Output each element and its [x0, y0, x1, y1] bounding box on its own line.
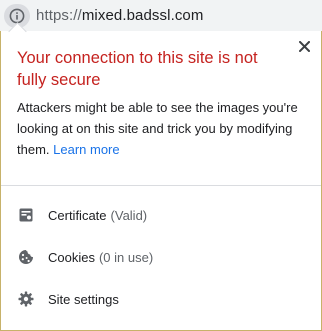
- certificate-icon: [17, 206, 35, 224]
- certificate-status: (Valid): [110, 207, 148, 223]
- security-title: Your connection to this site is not full…: [17, 49, 258, 89]
- site-settings-label: Site settings: [48, 291, 119, 307]
- close-button[interactable]: [297, 39, 311, 53]
- certificate-row[interactable]: Certificate (Valid): [1, 195, 321, 235]
- cookies-row[interactable]: Cookies (0 in use): [1, 237, 321, 277]
- page-info-bubble: Your connection to this site is not full…: [0, 22, 322, 331]
- site-settings-row[interactable]: Site settings: [1, 279, 321, 319]
- certificate-label: Certificate: [48, 207, 107, 223]
- gear-icon: [17, 290, 35, 308]
- url-text[interactable]: https://mixed.badssl.com: [36, 6, 203, 26]
- learn-more-link[interactable]: Learn more: [53, 142, 119, 157]
- security-description: Attackers might be able to see the image…: [17, 97, 307, 160]
- cookies-count: (0 in use): [98, 249, 154, 265]
- browser-window: https://mixed.badssl.com Your connection…: [0, 0, 322, 331]
- address-bar[interactable]: https://mixed.badssl.com: [0, 0, 322, 33]
- cookies-label: Cookies: [48, 249, 95, 265]
- close-icon: [298, 40, 310, 52]
- cookie-icon: [17, 248, 35, 266]
- url-host: mixed.badssl.com: [81, 7, 204, 24]
- divider: [1, 185, 321, 186]
- url-scheme: https://: [36, 7, 82, 24]
